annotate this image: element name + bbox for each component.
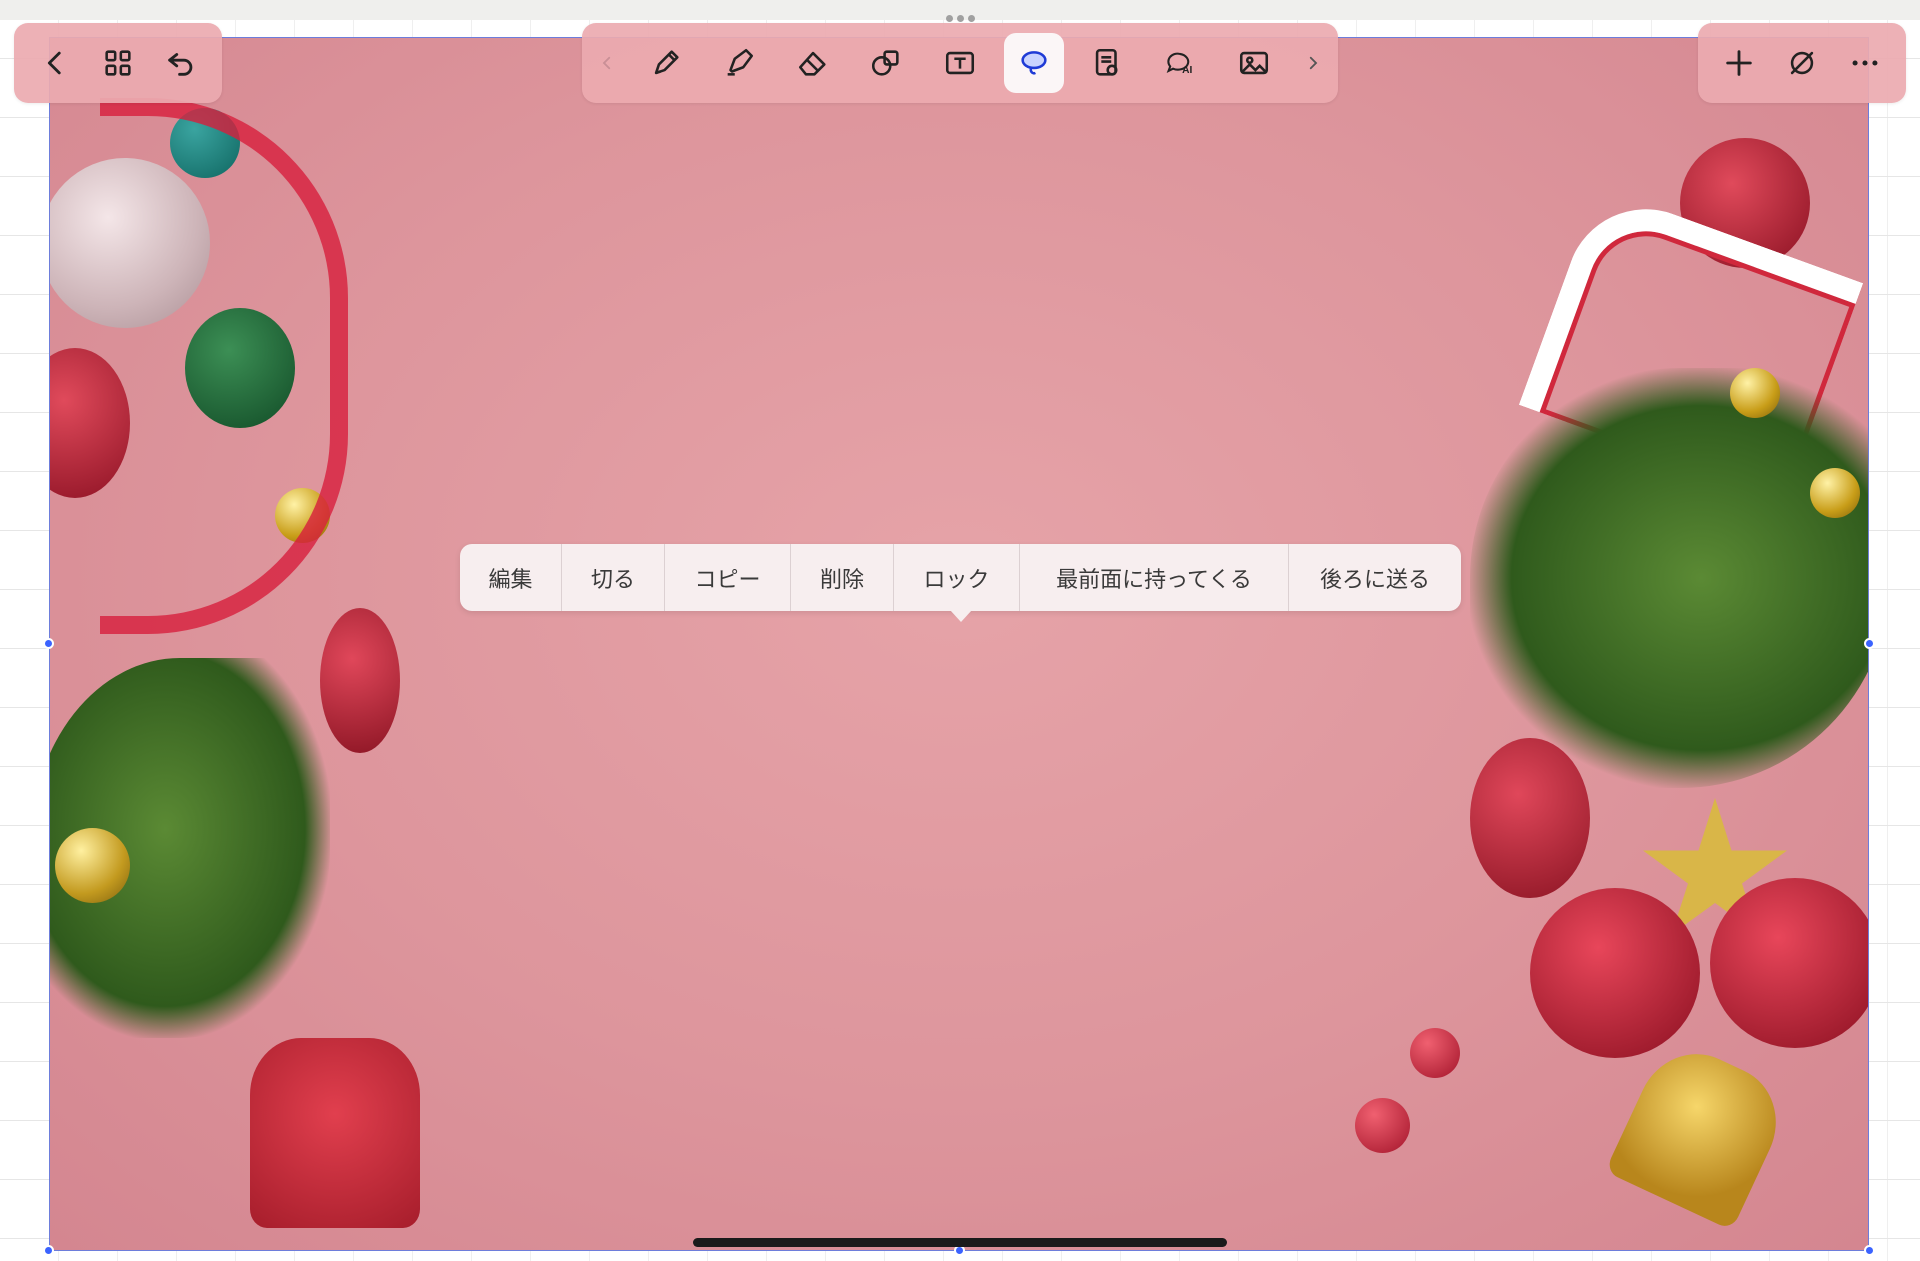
pen-tool-button[interactable]: [636, 33, 696, 93]
tools-scroll-right-button[interactable]: [1298, 33, 1328, 93]
image-icon: [1240, 51, 1269, 75]
left-toolbar: [14, 23, 222, 103]
eraser-tool-button[interactable]: [783, 33, 843, 93]
selection-handle-bottom-right[interactable]: [1864, 1245, 1875, 1256]
context-menu-pointer: [950, 610, 972, 622]
ai-chat-tool-button[interactable]: AI: [1151, 33, 1211, 93]
menu-item-copy[interactable]: コピー: [665, 544, 791, 611]
tools-toolbar: AI: [582, 23, 1338, 103]
eraser-icon: [798, 51, 826, 76]
read-only-toggle-button[interactable]: [1772, 33, 1832, 93]
menu-item-delete[interactable]: 削除: [791, 544, 894, 611]
selected-image[interactable]: [49, 37, 1869, 1251]
shapes-tool-button[interactable]: [856, 33, 916, 93]
undo-button[interactable]: [151, 33, 211, 93]
red-ball-ornament: [1530, 888, 1700, 1058]
selection-handle-left[interactable]: [43, 638, 54, 649]
menu-item-lock[interactable]: ロック: [894, 544, 1020, 611]
ai-chat-icon: AI: [1166, 52, 1192, 76]
more-button[interactable]: [1835, 33, 1895, 93]
gold-bell: [1604, 1035, 1796, 1231]
gold-ball: [1810, 468, 1860, 518]
shapes-icon: [872, 50, 899, 76]
sticker-icon: [1095, 48, 1118, 76]
red-tree-ornament: [250, 1038, 420, 1228]
chevron-left-icon: [602, 56, 611, 70]
undo-icon: [167, 53, 192, 76]
chevron-left-icon: [48, 51, 61, 75]
pine-branch: [1470, 368, 1868, 788]
text-box-tool-button[interactable]: [930, 33, 990, 93]
window-grabber[interactable]: [940, 15, 980, 23]
chevron-right-icon: [1309, 56, 1318, 70]
selection-handle-right[interactable]: [1864, 638, 1875, 649]
no-edit-icon: [1790, 51, 1814, 75]
highlighter-tool-button[interactable]: [709, 33, 769, 93]
right-toolbar: [1698, 23, 1906, 103]
grid-icon: [105, 50, 131, 76]
pages-grid-button[interactable]: [88, 33, 148, 93]
red-ribbon: [100, 98, 348, 634]
sticker-tool-button[interactable]: [1077, 33, 1137, 93]
highlighter-icon: [727, 48, 754, 76]
image-tool-button[interactable]: [1224, 33, 1284, 93]
gold-ball: [1730, 368, 1780, 418]
menu-item-cut[interactable]: 切る: [562, 544, 665, 611]
gold-ball: [55, 828, 130, 903]
menu-item-bring-to-front[interactable]: 最前面に持ってくる: [1020, 544, 1289, 611]
red-berry: [1355, 1098, 1410, 1153]
lasso-icon: [1020, 51, 1047, 75]
lasso-tool-button[interactable]: [1003, 33, 1064, 93]
menu-item-send-backward[interactable]: 後ろに送る: [1289, 544, 1461, 611]
plus-icon: [1726, 50, 1753, 76]
back-button[interactable]: [25, 33, 85, 93]
text-box-icon: [945, 51, 974, 75]
pen-icon: [654, 50, 679, 75]
selection-context-menu: 編集 切る コピー 削除 ロック 最前面に持ってくる 後ろに送る: [460, 544, 1461, 611]
red-ball-ornament: [1710, 878, 1868, 1048]
red-berry: [1410, 1028, 1460, 1078]
selection-handle-bottom-left[interactable]: [43, 1245, 54, 1256]
red-pinecone: [1470, 738, 1590, 898]
menu-item-edit[interactable]: 編集: [460, 544, 562, 611]
home-indicator[interactable]: [693, 1238, 1227, 1247]
svg-text:AI: AI: [1182, 65, 1192, 76]
more-icon: [1852, 60, 1878, 66]
add-page-button[interactable]: [1709, 33, 1769, 93]
tools-scroll-left-button[interactable]: [592, 33, 622, 93]
red-pinecone: [320, 608, 400, 753]
